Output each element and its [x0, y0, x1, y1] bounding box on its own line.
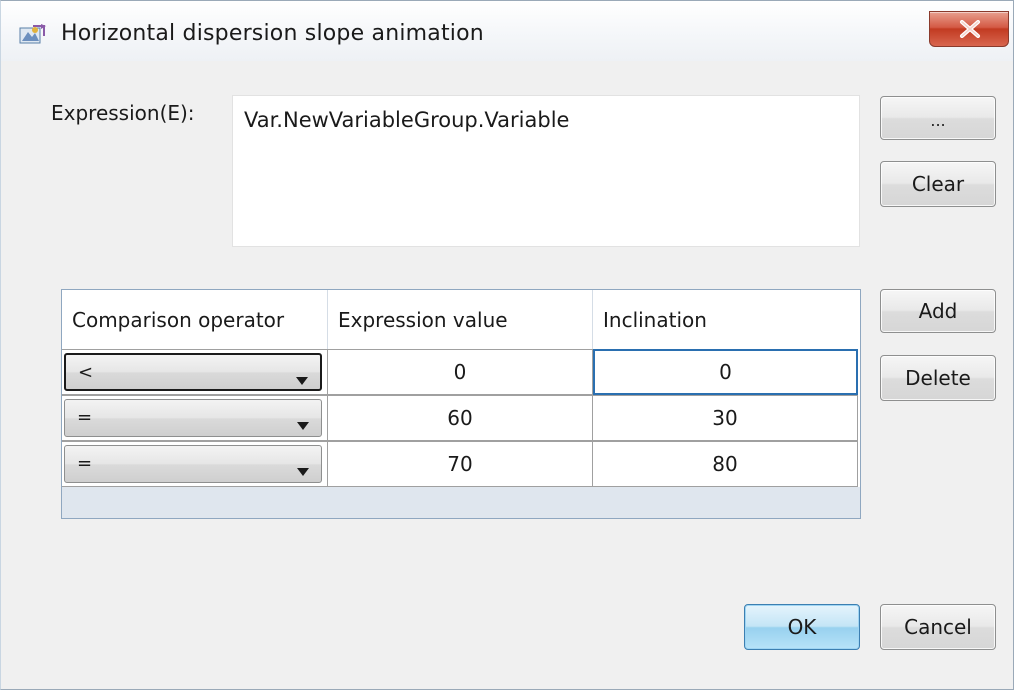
- clear-button-label: Clear: [911, 172, 965, 196]
- column-header-expression-value[interactable]: Expression value: [328, 290, 593, 349]
- table-row: = 70 80: [62, 441, 860, 487]
- clear-button[interactable]: Clear: [880, 161, 996, 207]
- delete-button[interactable]: Delete: [880, 355, 996, 401]
- browse-button-label: ...: [930, 110, 946, 130]
- operator-cell: =: [62, 441, 328, 487]
- condition-table: Comparison operator Expression value Inc…: [61, 289, 861, 519]
- operator-value: =: [77, 407, 93, 428]
- ok-button-label: OK: [787, 615, 817, 639]
- operator-dropdown[interactable]: =: [64, 399, 322, 437]
- title-bar[interactable]: Horizontal dispersion slope animation: [1, 1, 1013, 61]
- operator-dropdown[interactable]: <: [64, 353, 322, 391]
- inclination-cell[interactable]: 80: [593, 441, 858, 487]
- dialog-window: Horizontal dispersion slope animation Ex…: [0, 0, 1014, 690]
- chevron-down-icon: [297, 460, 309, 481]
- cancel-button-label: Cancel: [904, 615, 972, 639]
- browse-button[interactable]: ...: [880, 96, 996, 140]
- table-row: = 60 30: [62, 395, 860, 441]
- inclination-cell[interactable]: 0: [593, 349, 858, 395]
- expression-field[interactable]: Var.NewVariableGroup.Variable: [232, 95, 860, 247]
- column-header-operator[interactable]: Comparison operator: [62, 290, 328, 349]
- inclination-cell[interactable]: 30: [593, 395, 858, 441]
- chevron-down-icon: [297, 414, 309, 435]
- expression-value-cell[interactable]: 70: [328, 441, 593, 487]
- close-button[interactable]: [929, 11, 1009, 47]
- operator-value: =: [77, 453, 93, 474]
- operator-value: <: [78, 362, 94, 383]
- operator-cell: <: [62, 349, 328, 395]
- delete-button-label: Delete: [905, 366, 971, 390]
- expression-value-cell[interactable]: 0: [328, 349, 593, 395]
- table-header: Comparison operator Expression value Inc…: [62, 290, 860, 350]
- operator-cell: =: [62, 395, 328, 441]
- window-title: Horizontal dispersion slope animation: [61, 21, 484, 46]
- cancel-button[interactable]: Cancel: [880, 604, 996, 650]
- expression-value-cell[interactable]: 60: [328, 395, 593, 441]
- add-button-label: Add: [918, 299, 958, 323]
- expression-label: Expression(E):: [51, 101, 195, 125]
- add-button[interactable]: Add: [880, 289, 996, 333]
- table-row: < 0 0: [62, 349, 860, 395]
- animation-app-icon: [19, 23, 47, 45]
- expression-value: Var.NewVariableGroup.Variable: [244, 108, 570, 132]
- ok-button[interactable]: OK: [744, 604, 860, 650]
- chevron-down-icon: [296, 369, 308, 390]
- operator-dropdown[interactable]: =: [64, 445, 322, 483]
- column-header-inclination[interactable]: Inclination: [593, 290, 860, 349]
